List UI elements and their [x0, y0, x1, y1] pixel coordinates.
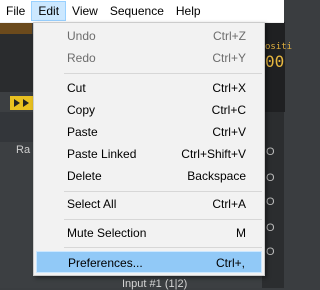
menu-item-paste[interactable]: Paste Ctrl+V [36, 121, 262, 143]
menu-item-label: Preferences... [68, 256, 143, 270]
menu-item-mute-selection[interactable]: Mute Selection M [36, 222, 262, 244]
transport-play-icon [10, 96, 34, 110]
menu-item-shortcut: M [236, 226, 246, 240]
menu-item-shortcut: Ctrl+X [212, 81, 246, 95]
menu-item-paste-linked[interactable]: Paste Linked Ctrl+Shift+V [36, 143, 262, 165]
position-value: 00 [265, 52, 285, 71]
menu-item-copy[interactable]: Copy Ctrl+C [36, 99, 262, 121]
menu-item-shortcut: Ctrl+C [211, 103, 246, 117]
right-track-label: O [266, 246, 275, 258]
track-input-label: Input #1 (1|2) [122, 278, 188, 290]
menu-item-cut[interactable]: Cut Ctrl+X [36, 77, 262, 99]
menu-help[interactable]: Help [170, 1, 207, 21]
right-track-label: O [266, 172, 275, 184]
menu-item-label: Undo [67, 29, 96, 43]
menu-separator [64, 219, 262, 220]
menu-item-label: Copy [67, 103, 96, 117]
menu-view[interactable]: View [66, 1, 104, 21]
menu-item-shortcut: Ctrl+Shift+V [181, 147, 246, 161]
menu-item-label: Cut [67, 81, 86, 95]
menu-item-shortcut: Ctrl+Y [212, 51, 246, 65]
menu-item-shortcut: Backspace [187, 169, 246, 183]
menu-item-select-all[interactable]: Select All Ctrl+A [36, 193, 262, 215]
edit-menu-dropdown: Undo Ctrl+Z Redo Ctrl+Y Cut Ctrl+X Copy … [33, 22, 265, 276]
menu-item-shortcut: Ctrl+V [212, 125, 246, 139]
menu-item-label: Paste Linked [67, 147, 137, 161]
right-track-label: O [266, 196, 275, 208]
menu-item-label: Paste [67, 125, 98, 139]
menu-separator [64, 73, 262, 74]
menu-item-shortcut: Ctrl+Z [213, 29, 246, 43]
menu-item-shortcut: Ctrl+A [212, 197, 246, 211]
menu-item-delete[interactable]: Delete Backspace [36, 165, 262, 187]
menu-file[interactable]: File [0, 1, 31, 21]
menu-separator [64, 191, 262, 192]
menu-item-label: Delete [67, 169, 102, 183]
menu-edit[interactable]: Edit [31, 1, 67, 21]
menu-item-undo[interactable]: Undo Ctrl+Z [36, 25, 262, 47]
menu-item-label: Redo [67, 51, 96, 65]
panel-fragment [0, 34, 33, 92]
right-track-label: O [266, 222, 275, 234]
position-label: ositi [265, 42, 293, 52]
panel-fragment [0, 112, 33, 142]
menu-item-shortcut: Ctrl+, [215, 256, 245, 270]
menu-bar: File Edit View Sequence Help [0, 0, 284, 23]
menu-item-label: Select All [67, 197, 117, 211]
toolbar-fragment [0, 22, 32, 34]
side-label: Ra [16, 144, 31, 156]
menu-item-redo[interactable]: Redo Ctrl+Y [36, 47, 262, 69]
menu-separator [64, 247, 262, 248]
menu-item-preferences[interactable]: Preferences... Ctrl+, [36, 251, 262, 273]
menu-sequence[interactable]: Sequence [104, 1, 170, 21]
menu-item-label: Mute Selection [67, 226, 147, 240]
right-track-label: O [266, 146, 275, 158]
